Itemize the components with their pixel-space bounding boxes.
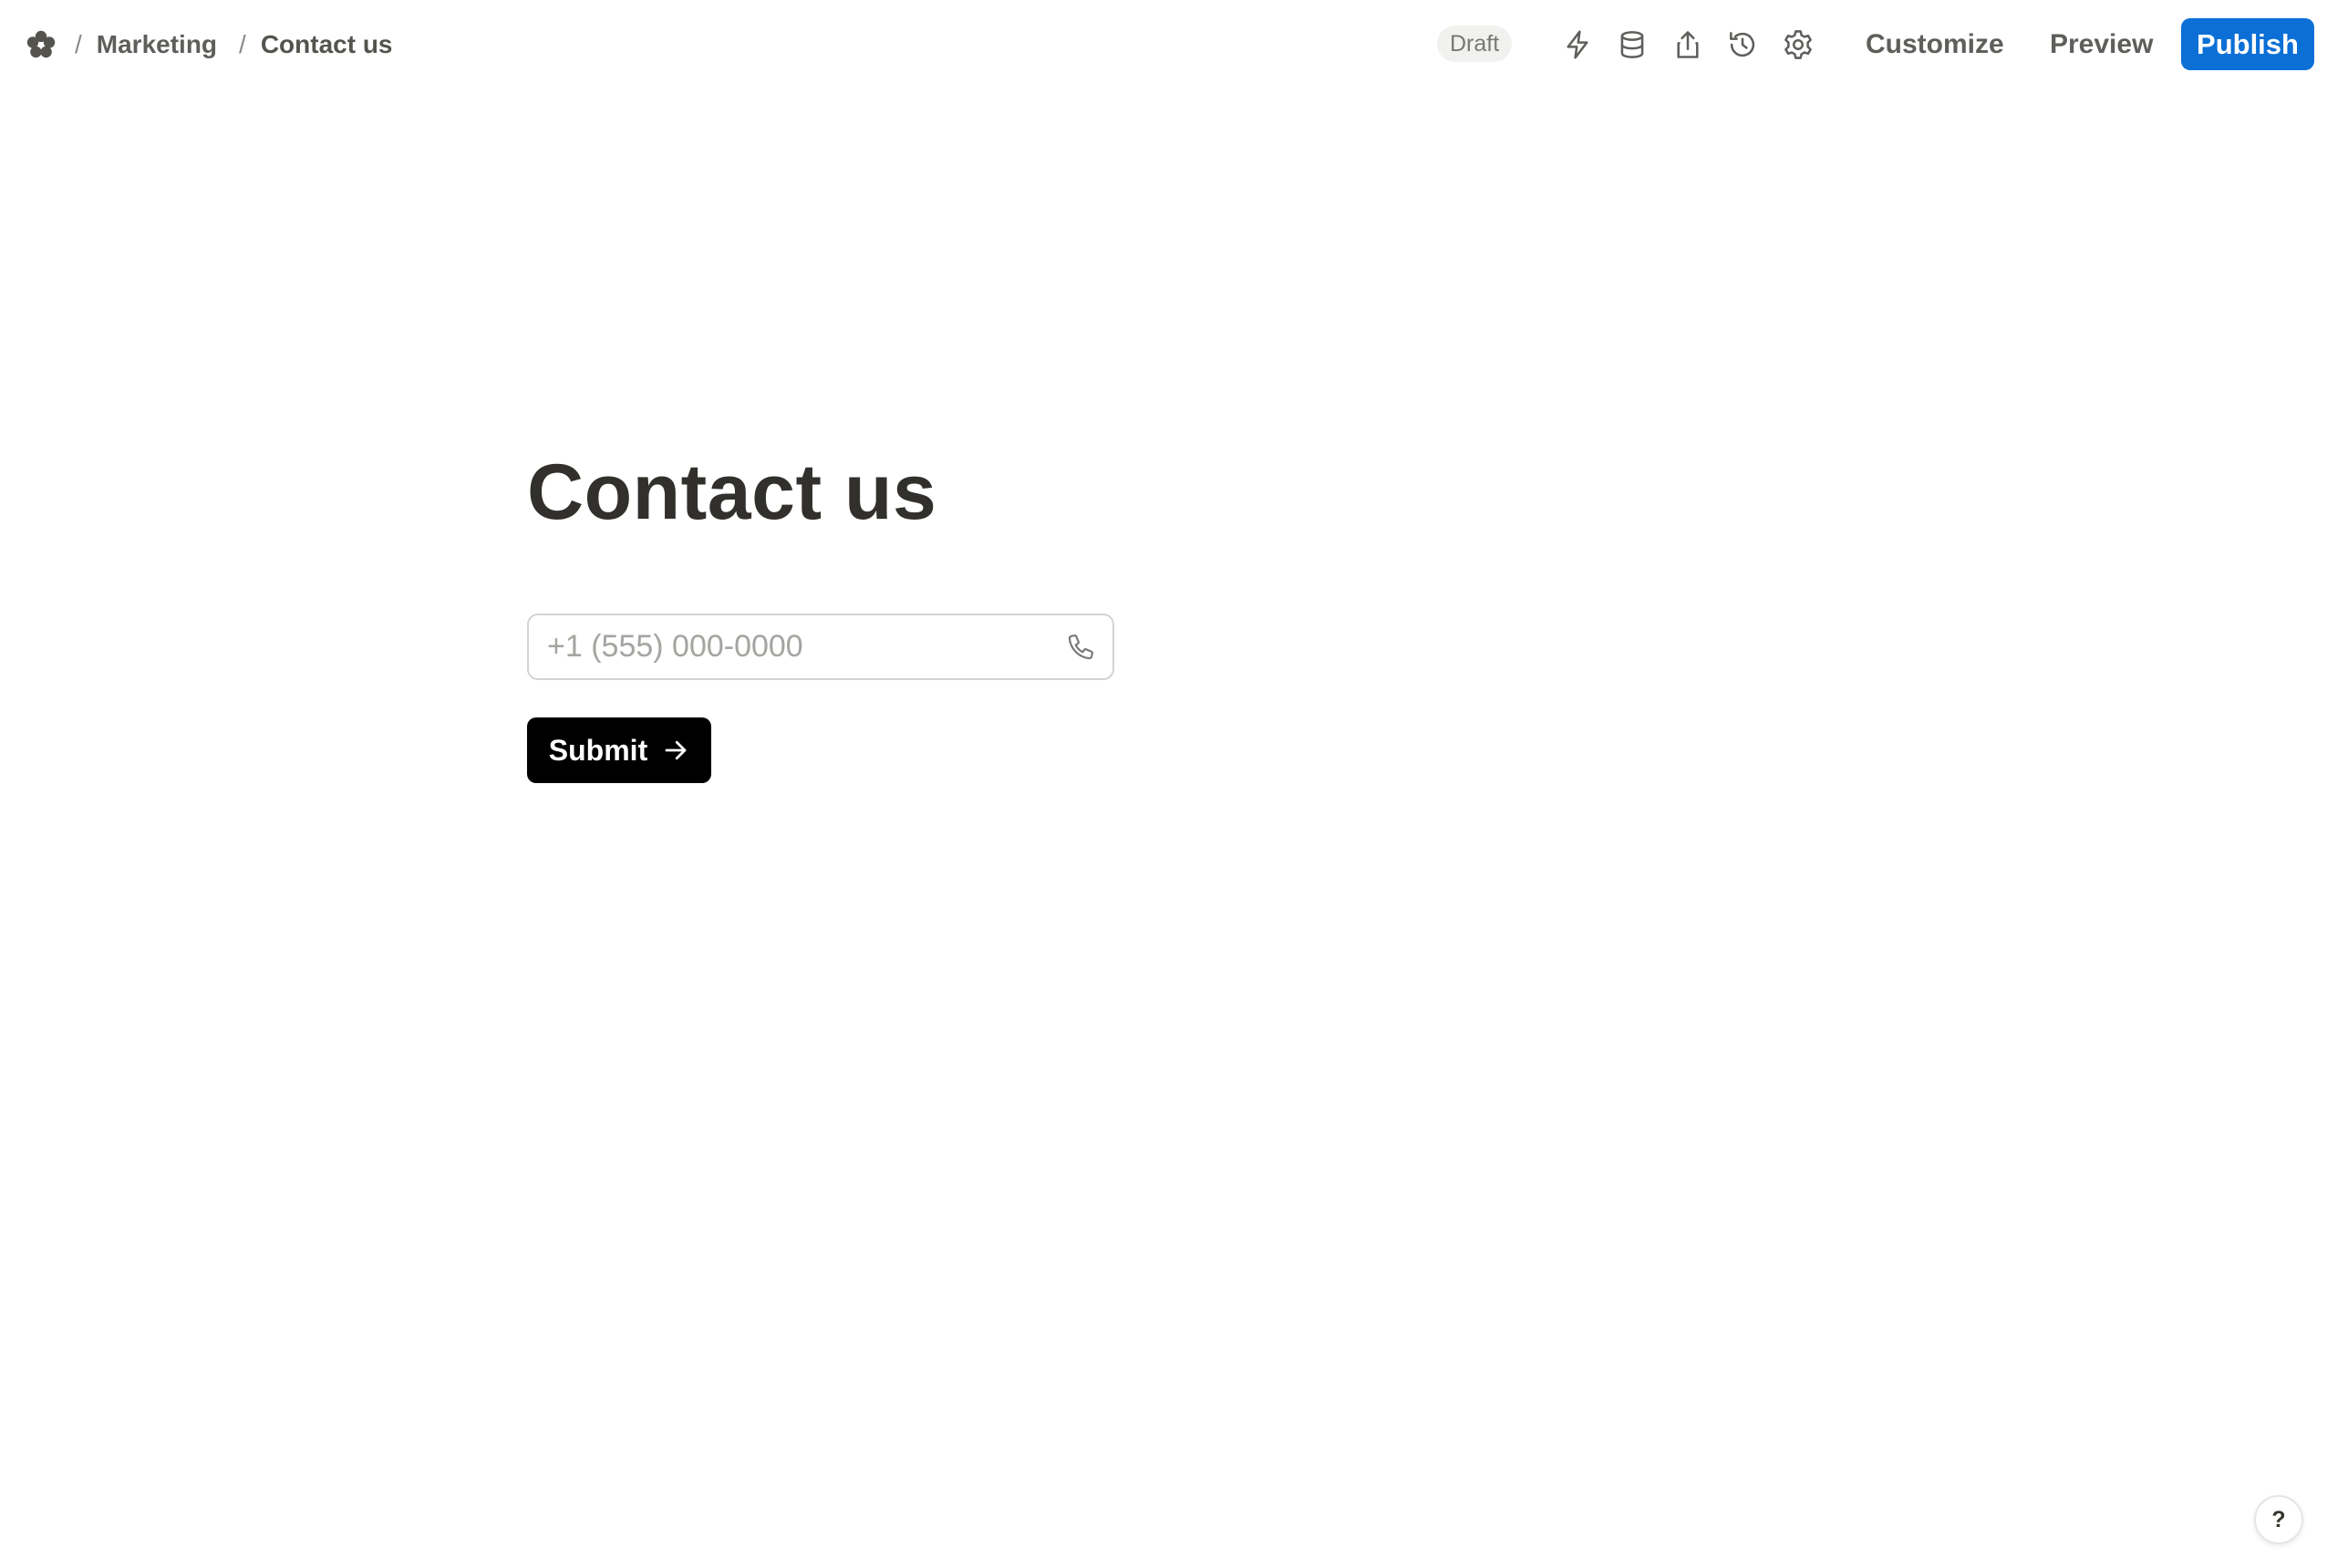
phone-icon [1065,632,1096,663]
publish-button[interactable]: Publish [2181,18,2314,70]
top-bar: / Marketing / Contact us Draft Customize… [0,0,2327,91]
phone-field[interactable] [527,614,1114,680]
breadcrumb-separator: / [239,30,246,58]
breadcrumb: / Marketing / Contact us [71,0,411,89]
breadcrumb-separator: / [75,30,82,58]
submit-label: Submit [548,733,648,767]
customize-button[interactable]: Customize [1866,20,2004,69]
workspace-logo-icon[interactable] [26,29,57,60]
lightning-icon[interactable] [1560,27,1595,62]
settings-icon[interactable] [1781,27,1815,62]
arrow-right-icon [665,740,687,760]
breadcrumb-item-contact-us[interactable]: Contact us [261,30,393,59]
database-icon[interactable] [1615,27,1650,62]
submit-button[interactable]: Submit [527,717,711,783]
help-button[interactable]: ? [2254,1495,2303,1544]
status-badge: Draft [1437,26,1513,62]
phone-input[interactable] [547,615,1039,678]
breadcrumb-item-marketing[interactable]: Marketing [97,30,217,59]
share-icon[interactable] [1670,27,1705,62]
preview-button[interactable]: Preview [2050,20,2153,69]
form-editor-page: / Marketing / Contact us Draft Customize… [0,0,2327,1568]
form-title[interactable]: Contact us [527,447,936,538]
history-icon[interactable] [1725,27,1760,62]
